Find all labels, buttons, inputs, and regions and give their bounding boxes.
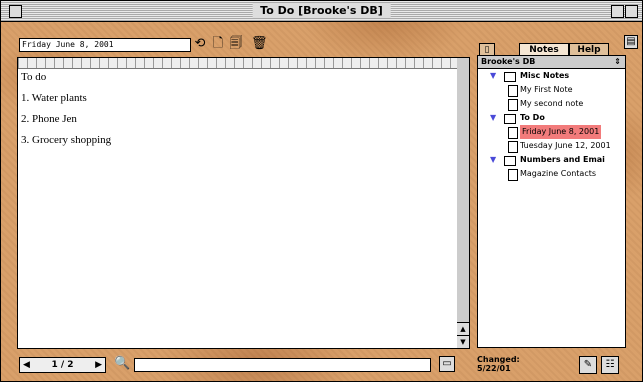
changed-status: Changed: 5/22/01 (477, 355, 520, 373)
bottom-bar: ◀ 1 / 2 ▶ 🔍 ▭ (19, 356, 459, 373)
tree-group-label: Misc Notes (520, 71, 570, 80)
note-title-field[interactable]: Friday June 8, 2001 (19, 38, 191, 52)
trash-icon[interactable]: 🗑 (251, 36, 268, 52)
folder-icon (504, 72, 516, 82)
refresh-icon[interactable]: ⟲ (193, 36, 207, 52)
list-view-icon[interactable]: ☷ (601, 356, 619, 374)
tree-group[interactable]: ▼ Numbers and Emai (478, 153, 625, 167)
note-icon (508, 169, 518, 181)
scroll-down-icon[interactable]: ▼ (457, 335, 469, 348)
tree-group[interactable]: ▼ To Do (478, 111, 625, 125)
note-icon (508, 127, 518, 139)
database-selector[interactable]: Brooke's DB ⇕ (478, 56, 625, 69)
note-line: 3. Grocery shopping (21, 134, 112, 146)
close-box[interactable] (9, 5, 22, 18)
tree-item-label: My second note (520, 99, 584, 108)
disclosure-triangle-icon[interactable]: ▼ (490, 153, 496, 167)
collapse-box[interactable] (625, 5, 638, 18)
tree-group-label: Numbers and Emai (520, 155, 605, 164)
tree-item[interactable]: Tuesday June 12, 2001 (478, 139, 625, 153)
tree-item[interactable]: Magazine Contacts (478, 167, 625, 181)
changed-date: 5/22/01 (477, 364, 511, 373)
note-text[interactable]: To do 1. Water plants 2. Phone Jen 3. Gr… (18, 69, 458, 157)
split-view-icon[interactable]: ▤ (624, 35, 638, 49)
folder-icon (504, 114, 516, 124)
title-bar[interactable]: To Do [Brooke's DB] (1, 1, 642, 22)
next-page-icon[interactable]: ▶ (95, 358, 102, 372)
note-icon (508, 85, 518, 97)
tree-item[interactable]: Friday June 8, 2001 (478, 125, 625, 139)
tree-item-label: Magazine Contacts (520, 169, 597, 178)
window-title: To Do [Brooke's DB] (252, 3, 391, 18)
changed-label: Changed: (477, 355, 520, 364)
tree-group-label: To Do (520, 113, 545, 122)
new-note-icon[interactable]: 🗋 (211, 36, 225, 52)
note-editor[interactable]: To do 1. Water plants 2. Phone Jen 3. Gr… (17, 57, 459, 349)
note-icon (508, 99, 518, 111)
folder-icon (504, 156, 516, 166)
tree-group[interactable]: ▼ Misc Notes (478, 69, 625, 83)
disclosure-triangle-icon[interactable]: ▼ (490, 111, 496, 125)
duplicate-note-icon[interactable]: 🗐 (229, 36, 243, 52)
note-icon (508, 141, 518, 153)
ruler[interactable] (18, 58, 458, 69)
note-line: 1. Water plants (21, 92, 87, 104)
database-name: Brooke's DB (481, 57, 536, 66)
app-window: To Do [Brooke's DB] Friday June 8, 2001 … (0, 0, 643, 382)
tree-item-label: Friday June 8, 2001 (520, 125, 602, 139)
tree-item-label: My First Note (520, 85, 573, 94)
tree-item[interactable]: My First Note (478, 83, 625, 97)
scroll-up-icon[interactable]: ▲ (457, 322, 469, 335)
zoom-box[interactable] (611, 5, 624, 18)
page-indicator: 1 / 2 (51, 360, 74, 370)
tree-item[interactable]: My second note (478, 97, 625, 111)
notes-tree: Brooke's DB ⇕ ▼ Misc Notes My First Note My… (477, 55, 626, 348)
edit-icon[interactable]: ✎ (579, 356, 597, 374)
note-line: 2. Phone Jen (21, 113, 77, 125)
search-input[interactable] (134, 358, 431, 372)
tree-item-label: Tuesday June 12, 2001 (520, 141, 611, 150)
dropdown-arrow-icon[interactable]: ⇕ (614, 56, 621, 68)
editor-scrollbar[interactable]: ▲ ▼ (457, 57, 470, 349)
window-icon[interactable]: ▭ (439, 356, 455, 372)
search-icon[interactable]: 🔍 (114, 356, 130, 371)
note-line: To do (21, 71, 47, 83)
page-navigator[interactable]: ◀ 1 / 2 ▶ (19, 357, 106, 373)
prev-page-icon[interactable]: ◀ (23, 358, 30, 372)
disclosure-triangle-icon[interactable]: ▼ (490, 69, 496, 83)
